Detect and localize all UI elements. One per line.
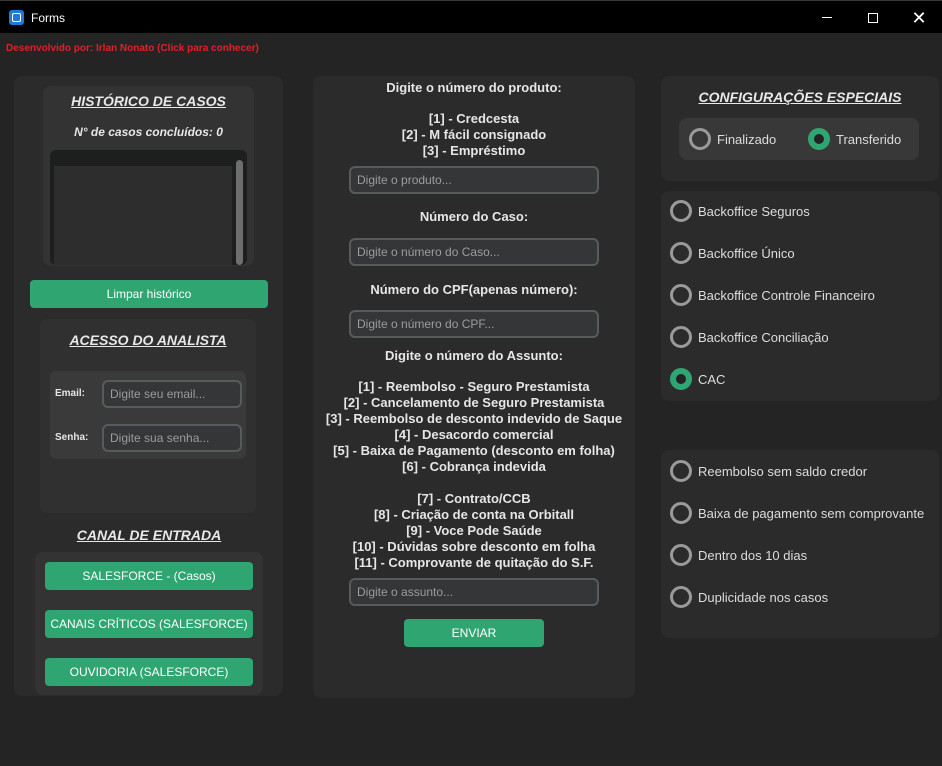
minimize-icon <box>822 17 832 18</box>
radio-transferido[interactable]: Transferido <box>808 128 901 150</box>
history-textbox[interactable] <box>54 166 232 265</box>
cpf-title: Número do CPF(apenas número): <box>370 282 578 297</box>
subject-input[interactable]: Digite o assunto... <box>349 578 599 606</box>
history-title: HISTÓRICO DE CASOS <box>71 93 226 109</box>
minimize-button[interactable] <box>804 1 850 34</box>
subject-option: [7] - Contrato/CCB <box>417 491 531 506</box>
subject-option: [8] - Criação de conta na Orbitall <box>373 507 575 522</box>
submit-button[interactable]: ENVIAR <box>404 619 544 647</box>
radio-cac[interactable]: CAC <box>670 368 725 390</box>
radio-icon <box>670 586 692 608</box>
subject-option: [10] - Dúvidas sobre desconto em folha <box>352 539 596 554</box>
radio-label: Reembolso sem saldo credor <box>698 463 868 479</box>
radio-icon <box>689 128 711 150</box>
subject-option: [4] - Desacordo comercial <box>394 427 554 442</box>
salesforce-cases-button[interactable]: SALESFORCE - (Casos) <box>45 562 253 590</box>
radio-label: Backoffice Único <box>698 245 795 261</box>
subject-option: [5] - Baixa de Pagamento (desconto em fo… <box>333 443 615 458</box>
subject-option: [6] - Cobrança indevida <box>402 459 546 474</box>
window-title: Forms <box>31 11 65 25</box>
password-label: Senha: <box>55 432 89 443</box>
radio-backoffice-seguros[interactable]: Backoffice Seguros <box>670 200 810 222</box>
subject-option: [2] - Cancelamento de Seguro Prestamista <box>343 395 605 410</box>
radio-icon <box>670 200 692 222</box>
radio-backoffice-conciliacao[interactable]: Backoffice Conciliação <box>670 326 829 348</box>
subject-option: [11] - Comprovante de quitação do S.F. <box>354 555 594 570</box>
special-title: CONFIGURAÇÕES ESPECIAIS <box>698 89 902 105</box>
analyst-title: ACESSO DO ANALISTA <box>69 332 227 348</box>
ouvidoria-button[interactable]: OUVIDORIA (SALESFORCE) <box>45 658 253 686</box>
radio-icon <box>670 326 692 348</box>
product-input[interactable]: Digite o produto... <box>349 166 599 194</box>
maximize-button[interactable] <box>850 1 896 34</box>
radio-label: Baixa de pagamento sem comprovante <box>698 505 925 521</box>
radio-duplicidade[interactable]: Duplicidade nos casos <box>670 586 828 608</box>
cpf-input[interactable]: Digite o número do CPF... <box>349 310 599 338</box>
radio-label: Duplicidade nos casos <box>698 589 829 605</box>
radio-label: Dentro dos 10 dias <box>698 547 808 563</box>
product-option-2: [2] - M fácil consignado <box>401 127 547 142</box>
radio-label: Backoffice Controle Financeiro <box>698 287 875 303</box>
product-option-1: [1] - Credcesta <box>428 111 520 126</box>
close-icon: ✕ <box>911 7 927 28</box>
radio-icon <box>670 242 692 264</box>
radio-icon <box>670 544 692 566</box>
subject-option: [1] - Reembolso - Seguro Prestamista <box>358 379 590 394</box>
window-titlebar: Forms ✕ <box>0 0 942 33</box>
radio-backoffice-unico[interactable]: Backoffice Único <box>670 242 795 264</box>
radio-backoffice-controle-financeiro[interactable]: Backoffice Controle Financeiro <box>670 284 875 306</box>
radio-dentro-10-dias[interactable]: Dentro dos 10 dias <box>670 544 807 566</box>
radio-icon <box>670 502 692 524</box>
radio-reembolso-sem-saldo[interactable]: Reembolso sem saldo credor <box>670 460 867 482</box>
radio-finalizado[interactable]: Finalizado <box>689 128 776 150</box>
close-button[interactable]: ✕ <box>896 1 942 34</box>
case-title: Número do Caso: <box>419 209 529 224</box>
radio-label: Backoffice Conciliação <box>698 329 829 345</box>
developer-link[interactable]: Desenvolvido por: Irlan Nonato (Click pa… <box>6 43 259 54</box>
subject-option: [3] - Reembolso de desconto indevido de … <box>325 411 623 426</box>
subject-option: [9] - Voce Pode Saúde <box>406 523 542 538</box>
history-list[interactable] <box>50 150 247 265</box>
radio-selected-icon <box>670 368 692 390</box>
email-label: Email: <box>55 388 86 399</box>
radio-icon <box>670 284 692 306</box>
radio-label: Backoffice Seguros <box>698 203 810 219</box>
case-input[interactable]: Digite o número do Caso... <box>349 238 599 266</box>
radio-baixa-sem-comprovante[interactable]: Baixa de pagamento sem comprovante <box>670 502 924 524</box>
radio-icon <box>670 460 692 482</box>
clear-history-button[interactable]: Limpar histórico <box>30 280 268 308</box>
history-scrollbar[interactable] <box>236 160 243 265</box>
app-icon <box>9 10 24 25</box>
maximize-icon <box>868 12 878 23</box>
history-count: N° de casos concluídos: 0 <box>74 125 223 139</box>
email-field[interactable]: Digite seu email... <box>102 380 242 408</box>
subject-title: Digite o número do Assunto: <box>385 348 563 363</box>
password-field[interactable]: Digite sua senha... <box>102 424 242 452</box>
channel-title: CANAL DE ENTRADA <box>76 527 222 543</box>
product-title: Digite o número do produto: <box>386 80 562 95</box>
product-option-3: [3] - Empréstimo <box>422 143 526 158</box>
radio-selected-icon <box>808 128 830 150</box>
radio-label: Transferido <box>836 131 902 147</box>
critical-channels-button[interactable]: CANAIS CRÍTICOS (SALESFORCE) <box>45 610 253 638</box>
radio-label: Finalizado <box>717 131 777 147</box>
radio-label: CAC <box>698 371 726 387</box>
